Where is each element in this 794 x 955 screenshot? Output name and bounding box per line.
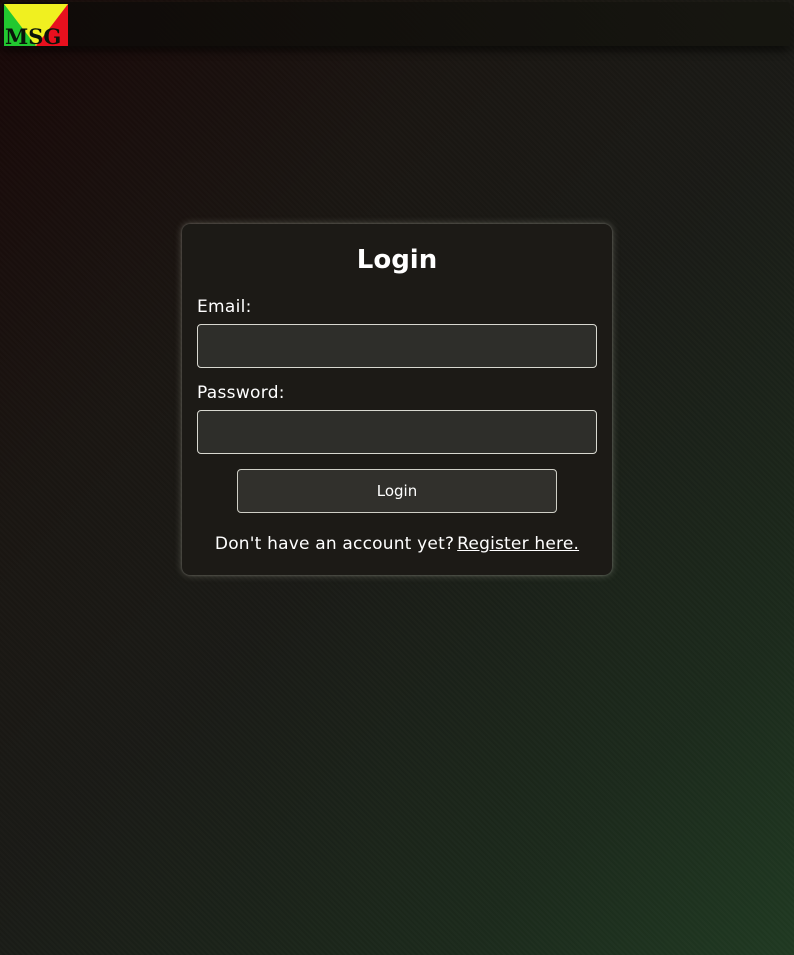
logo-text: MSG — [5, 24, 61, 46]
login-button[interactable]: Login — [237, 469, 557, 513]
email-field[interactable] — [197, 324, 597, 368]
register-link[interactable]: Register here. — [457, 534, 579, 554]
register-prompt-row: Don't have an account yet? Register here. — [182, 532, 612, 556]
login-title: Login — [356, 245, 438, 275]
password-field[interactable] — [197, 410, 597, 454]
logo-graphic: MSG — [4, 4, 68, 46]
top-navbar: MSG — [2, 2, 790, 46]
login-card: Login Email: Password: Login Don't have … — [182, 224, 612, 575]
email-label: Email: — [197, 297, 252, 317]
password-label: Password: — [197, 383, 285, 403]
msg-logo[interactable]: MSG — [4, 4, 68, 46]
register-prompt-text: Don't have an account yet? — [214, 534, 455, 554]
